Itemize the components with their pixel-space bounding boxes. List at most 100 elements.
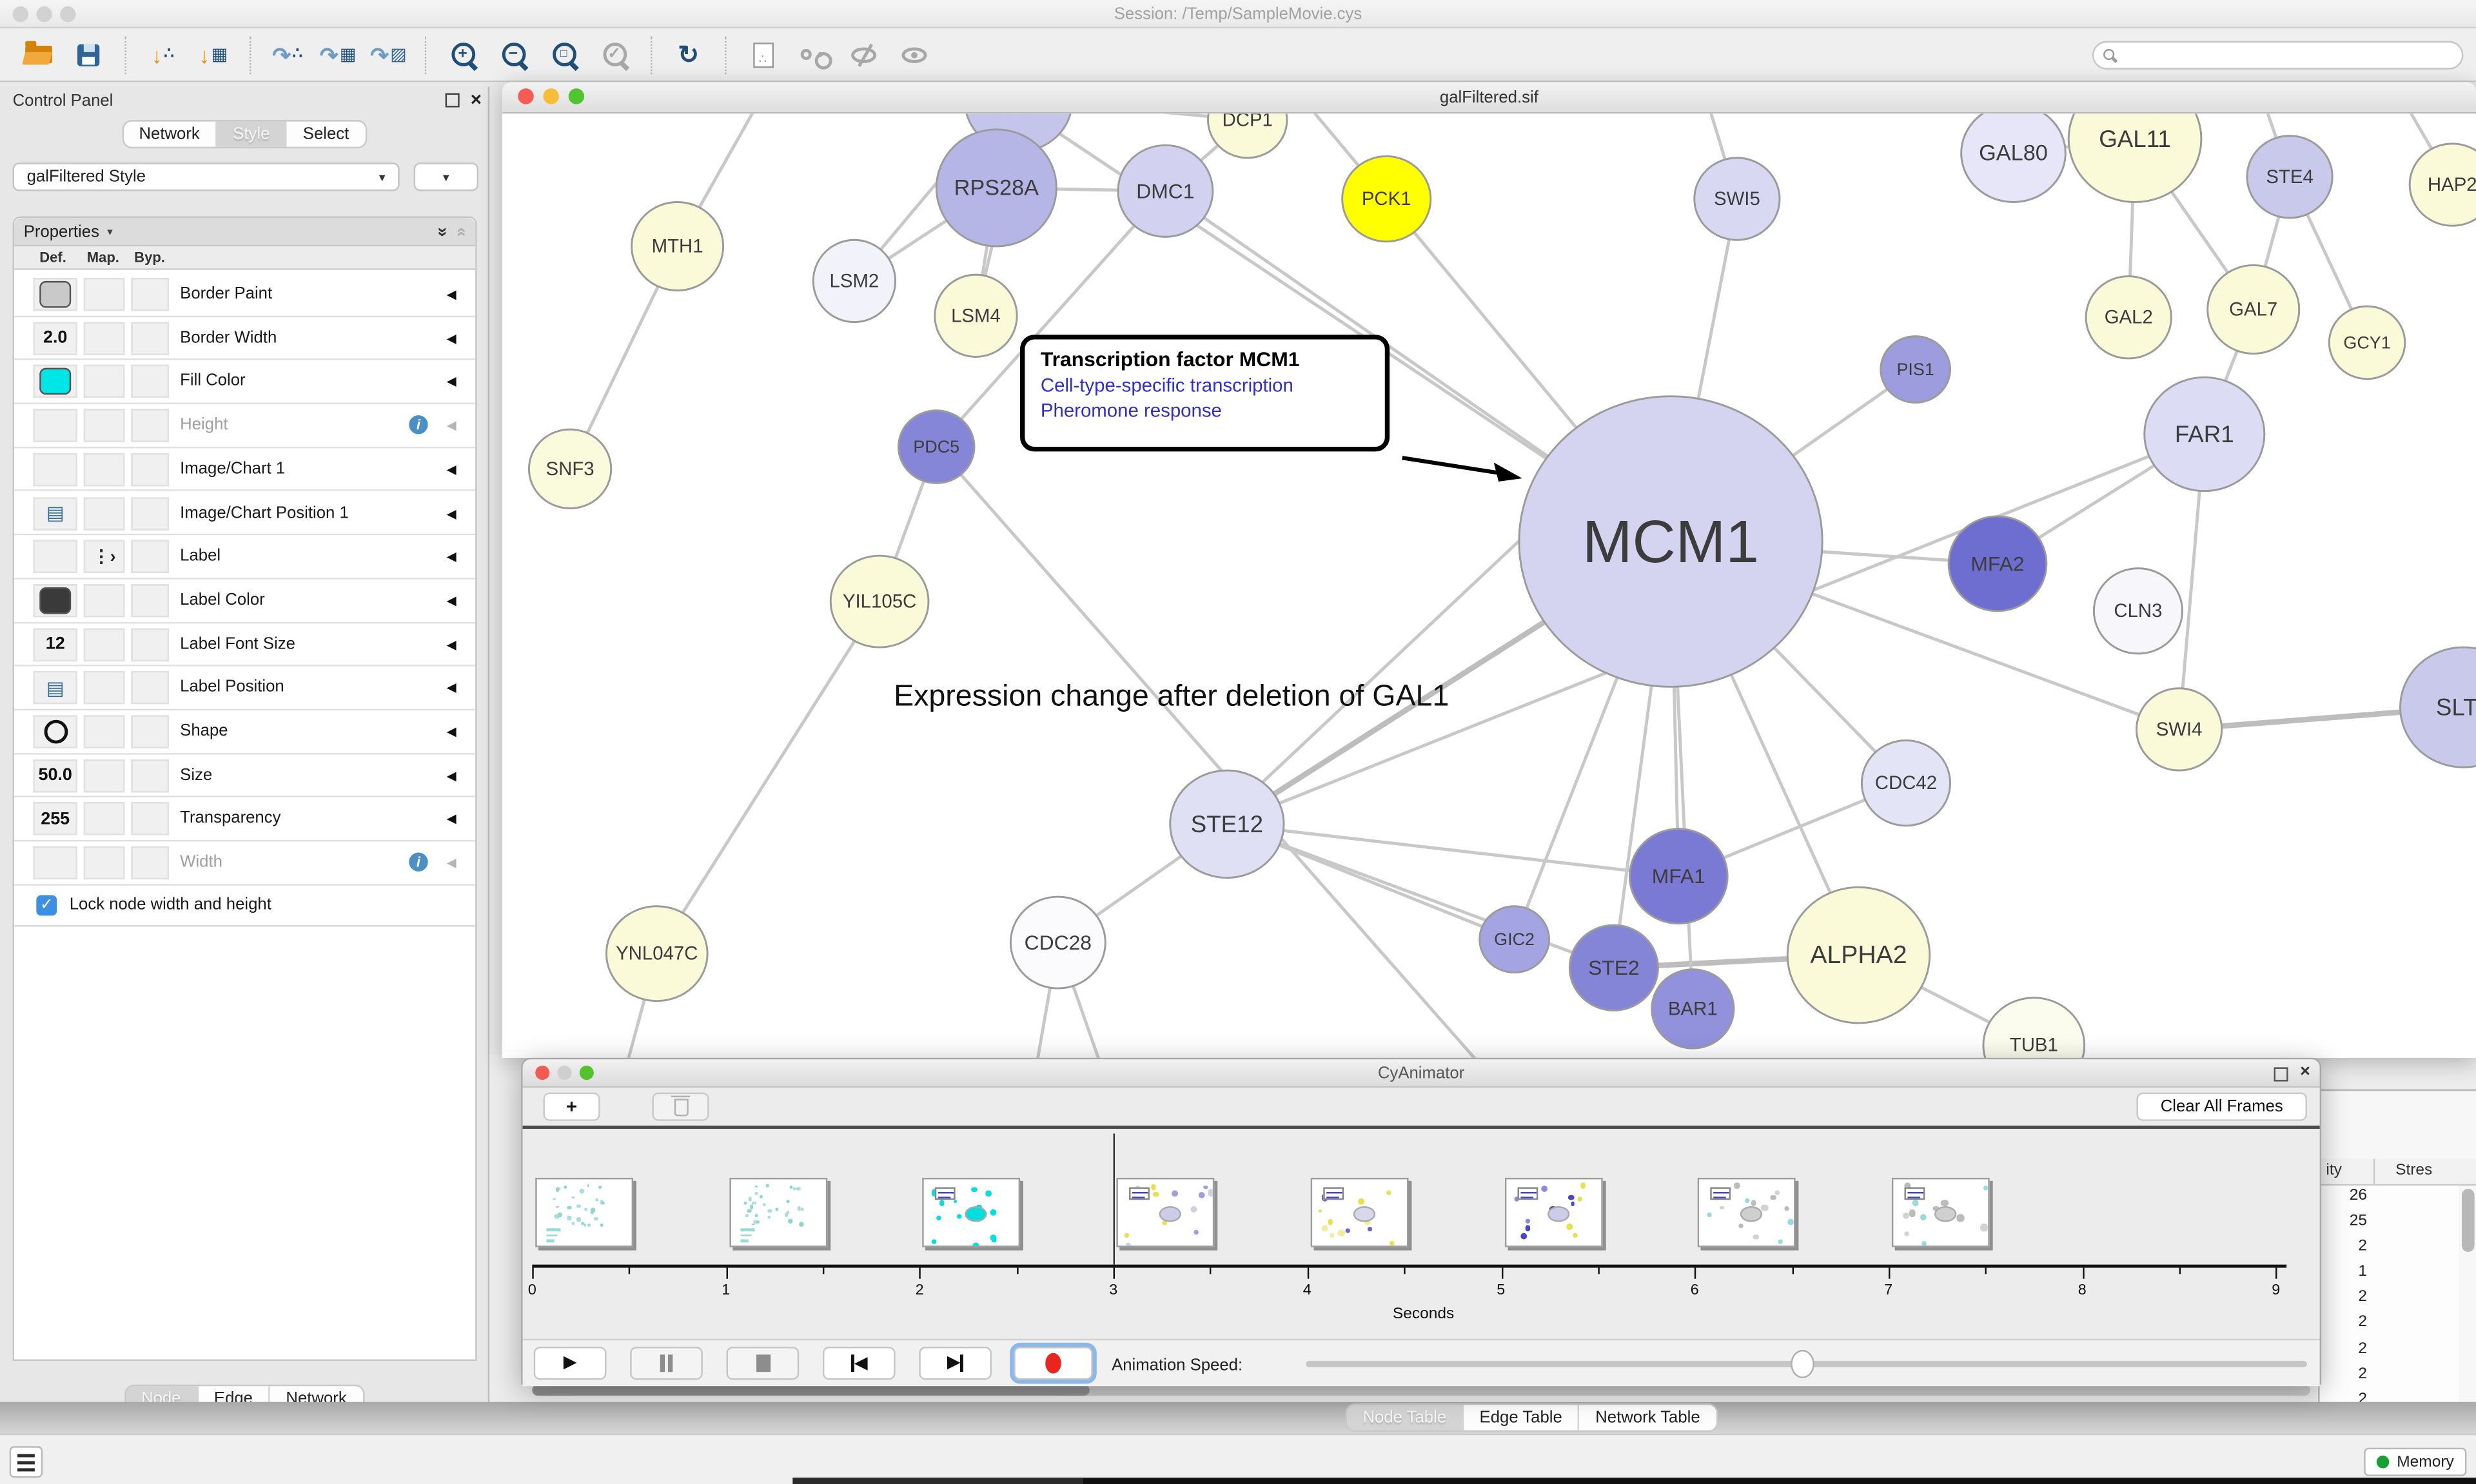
bypass-cell[interactable]: [131, 322, 169, 355]
task-history-button[interactable]: [10, 1446, 43, 1478]
network-edge[interactable]: [1235, 505, 1557, 808]
property-row-label-color[interactable]: Label Color◀: [14, 580, 475, 623]
horizontal-scrollbar-thumb[interactable]: [532, 1385, 1089, 1396]
tab-style[interactable]: Style: [217, 122, 288, 147]
close-window-icon[interactable]: ×: [2300, 1062, 2310, 1081]
record-button[interactable]: [1014, 1347, 1092, 1380]
default-value-cell[interactable]: ▤: [33, 672, 77, 705]
column-header-ity[interactable]: ity: [2326, 1162, 2341, 1179]
stop-button[interactable]: [727, 1347, 800, 1380]
delete-frame-button[interactable]: [652, 1093, 709, 1121]
node-CDC42[interactable]: CDC42: [1862, 741, 1950, 826]
tab-select[interactable]: Select: [287, 122, 364, 147]
mapping-cell[interactable]: ⋮›: [84, 540, 125, 573]
mapping-cell[interactable]: [84, 628, 125, 661]
bypass-cell[interactable]: [131, 540, 169, 573]
properties-header[interactable]: Properties ▾ » «: [14, 218, 475, 246]
search-box[interactable]: [2092, 40, 2464, 68]
pause-button[interactable]: [630, 1347, 703, 1380]
frame-thumbnail-3[interactable]: [1117, 1178, 1215, 1247]
float-panel-icon[interactable]: [446, 93, 460, 107]
mapping-cell[interactable]: [84, 322, 125, 355]
clear-all-frames-button[interactable]: Clear All Frames: [2136, 1093, 2306, 1121]
property-row-image-chart-position-1[interactable]: ▤Image/Chart Position 1◀: [14, 492, 475, 536]
node-FAR1[interactable]: FAR1: [2145, 377, 2265, 491]
skip-to-end-button[interactable]: ▶: [919, 1347, 992, 1380]
frame-thumbnail-7[interactable]: [1892, 1178, 1990, 1247]
property-row-height[interactable]: Heighti◀: [14, 404, 475, 448]
bypass-cell[interactable]: [131, 846, 169, 879]
search-input[interactable]: [2121, 45, 2452, 64]
node-YIL105C[interactable]: YIL105C: [830, 556, 928, 647]
table-row[interactable]: 26: [2320, 1186, 2459, 1211]
expand-row-icon[interactable]: ◀: [447, 331, 457, 346]
export-image-button[interactable]: ↷▨: [368, 35, 409, 73]
frame-thumbnail-1[interactable]: [729, 1178, 827, 1247]
column-header-stres[interactable]: Stres: [2395, 1162, 2432, 1179]
table-row[interactable]: 1: [2320, 1262, 2459, 1287]
expand-row-icon[interactable]: ◀: [447, 594, 457, 608]
play-button[interactable]: ▶: [534, 1347, 607, 1380]
expand-row-icon[interactable]: ◀: [447, 681, 457, 695]
frame-thumbnail-6[interactable]: [1698, 1178, 1796, 1247]
node-GAL11[interactable]: GAL11: [2068, 113, 2201, 202]
node-SNF3[interactable]: SNF3: [529, 429, 611, 508]
property-row-shape[interactable]: Shape◀: [14, 710, 475, 754]
node-STE4[interactable]: STE4: [2247, 136, 2332, 218]
timeline-playhead[interactable]: [1114, 1133, 1115, 1264]
node-ALPHA2[interactable]: ALPHA2: [1787, 887, 1929, 1023]
mapping-cell[interactable]: [84, 715, 125, 748]
mapping-cell[interactable]: [84, 846, 125, 879]
tab-edge-table[interactable]: Edge Table: [1464, 1405, 1580, 1430]
bypass-cell[interactable]: [131, 496, 169, 529]
default-value-cell[interactable]: 12: [33, 628, 77, 661]
expand-row-icon[interactable]: ◀: [447, 506, 457, 520]
default-value-cell[interactable]: [33, 540, 77, 573]
style-selector-combobox[interactable]: galFiltered Style ▾: [13, 162, 400, 191]
default-value-cell[interactable]: 50.0: [33, 759, 77, 792]
node-BAR1[interactable]: BAR1: [1652, 970, 1734, 1048]
float-window-icon[interactable]: [2274, 1068, 2288, 1082]
expand-row-icon[interactable]: ◀: [447, 462, 457, 476]
property-row-label-position[interactable]: ▤Label Position◀: [14, 667, 475, 710]
node-PIS1[interactable]: PIS1: [1881, 337, 1950, 403]
node-YNL047C[interactable]: YNL047C: [606, 906, 707, 1001]
export-table-button[interactable]: ↷▦: [317, 35, 359, 73]
close-panel-icon[interactable]: ×: [471, 88, 482, 110]
info-icon[interactable]: i: [409, 853, 427, 872]
bypass-cell[interactable]: [131, 715, 169, 748]
bypass-cell[interactable]: [131, 409, 169, 442]
annotation-link-2[interactable]: Pheromone response: [1041, 400, 1369, 422]
open-session-button[interactable]: [17, 35, 59, 73]
node-DMC1[interactable]: DMC1: [1118, 145, 1213, 237]
node-GAL2[interactable]: GAL2: [2086, 277, 2171, 358]
node-DCP1[interactable]: DCP1: [1208, 113, 1286, 158]
lock-checkbox[interactable]: ✓: [36, 895, 57, 915]
default-value-cell[interactable]: [33, 715, 77, 748]
search-binoculars-button[interactable]: [792, 35, 834, 73]
tab-node-table[interactable]: Node Table: [1347, 1405, 1464, 1430]
node-GIC2[interactable]: GIC2: [1480, 906, 1549, 973]
node-STE2[interactable]: STE2: [1569, 925, 1658, 1010]
property-row-label[interactable]: ⋮›Label◀: [14, 536, 475, 580]
node-HAP2[interactable]: HAP2: [2410, 144, 2476, 226]
frame-thumbnail-0[interactable]: [535, 1178, 633, 1247]
node-PCK1[interactable]: PCK1: [1342, 156, 1431, 241]
animation-speed-slider-thumb[interactable]: [1791, 1350, 1814, 1378]
default-value-cell[interactable]: [33, 846, 77, 879]
frame-thumbnail-2[interactable]: [923, 1178, 1021, 1247]
node-GAL80[interactable]: GAL80: [1961, 113, 2066, 202]
property-row-transparency[interactable]: 255Transparency◀: [14, 798, 475, 842]
node-LSM4[interactable]: LSM4: [935, 275, 1017, 356]
save-session-button[interactable]: [68, 35, 109, 73]
node-MCM1[interactable]: MCM1: [1519, 396, 1822, 687]
node-GCY1[interactable]: GCY1: [2329, 306, 2405, 379]
node-RPS28A[interactable]: RPS28A: [936, 130, 1056, 246]
mapping-cell[interactable]: [84, 496, 125, 529]
import-table-button[interactable]: ↓▦: [193, 35, 234, 73]
mapping-cell[interactable]: [84, 453, 125, 485]
bypass-cell[interactable]: [131, 366, 169, 398]
bypass-cell[interactable]: [131, 672, 169, 705]
table-row[interactable]: 2: [2320, 1363, 2459, 1389]
mapping-cell[interactable]: [84, 803, 125, 835]
